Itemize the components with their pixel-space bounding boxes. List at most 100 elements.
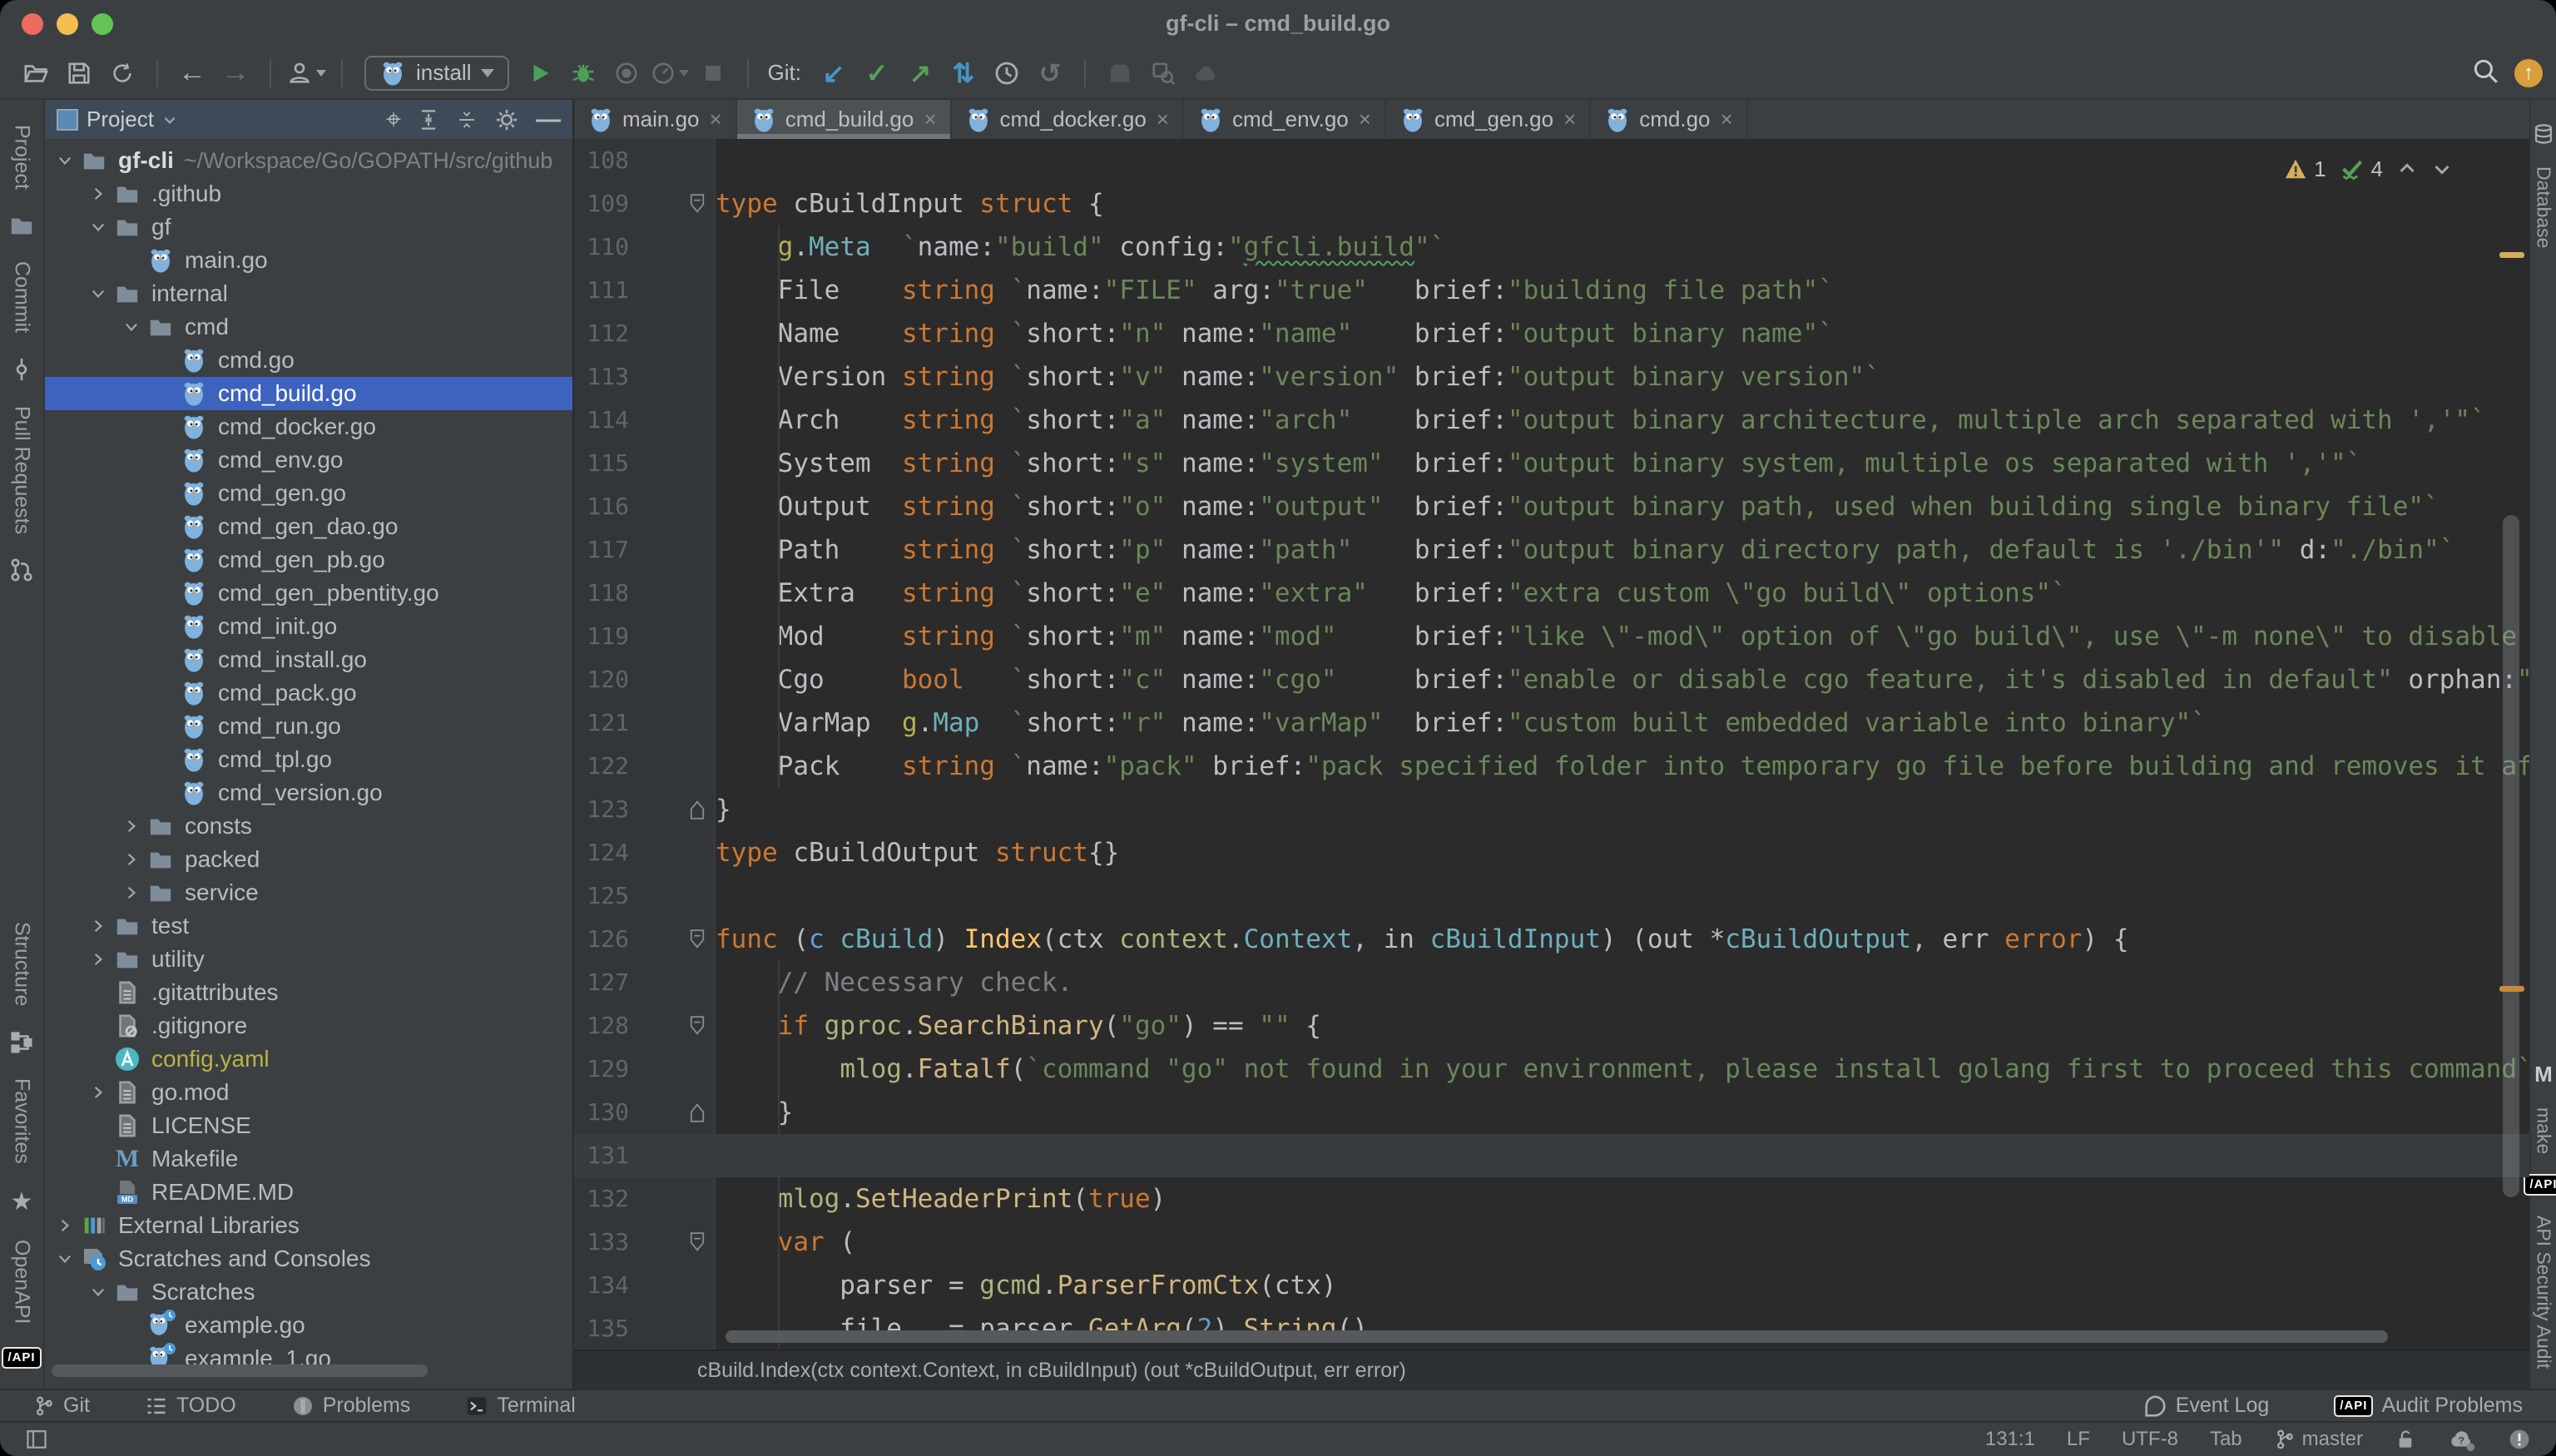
code-line-108[interactable]: 108 <box>574 139 2529 182</box>
code-line-114[interactable]: 114 Arch string `short:"a" name:"arch" b… <box>574 399 2529 442</box>
coverage-button[interactable] <box>607 54 646 92</box>
tree-row-readme.md[interactable]: MDREADME.MD <box>45 1176 572 1209</box>
close-icon[interactable]: × <box>924 106 936 132</box>
status-lf[interactable]: LF <box>2067 1428 2090 1451</box>
fold-marker-icon[interactable] <box>629 182 716 225</box>
tool-window-button-favorites[interactable]: Favorites★ <box>10 1065 34 1226</box>
breadcrumb[interactable]: cBuild.Index(ctx context.Context, in cBu… <box>574 1350 2529 1390</box>
close-icon[interactable]: × <box>710 106 722 132</box>
fold-marker-icon[interactable] <box>629 1221 716 1264</box>
code-line-110[interactable]: 110 g.Meta `name:"build" config:"gfcli.b… <box>574 225 2529 269</box>
code-line-113[interactable]: 113 Version string `short:"v" name:"vers… <box>574 355 2529 399</box>
status-master[interactable]: master <box>2274 1428 2363 1451</box>
tool-window-button-api-box[interactable]: /API <box>2 1337 41 1379</box>
tree-row-cmd-version.go[interactable]: cmd_version.go <box>45 776 572 810</box>
chevron-right-icon[interactable] <box>83 1083 113 1102</box>
shelf-button[interactable] <box>1101 54 1139 92</box>
tree-row-external-libraries[interactable]: External Libraries <box>45 1209 572 1242</box>
close-icon[interactable]: × <box>1359 106 1371 132</box>
status-cloud-question[interactable]: ? <box>2448 1427 2476 1452</box>
next-issue-button[interactable] <box>2431 159 2453 179</box>
expand-all-button[interactable] <box>418 108 439 131</box>
code-line-128[interactable]: 128 if gproc.SearchBinary("go") == "" { <box>574 1004 2529 1047</box>
tree-row-gf-cli[interactable]: gf-cli~/Workspace/Go/GOPATH/src/github <box>45 144 572 177</box>
chevron-down-icon[interactable] <box>50 1250 80 1268</box>
code-line-109[interactable]: 109type cBuildInput struct { <box>574 182 2529 225</box>
chevron-right-icon[interactable] <box>83 917 113 935</box>
tree-row-cmd-docker.go[interactable]: cmd_docker.go <box>45 410 572 443</box>
tree-row-cmd-env.go[interactable]: cmd_env.go <box>45 443 572 477</box>
tab-main-go[interactable]: main.go× <box>574 100 737 139</box>
tree-row-cmd-tpl.go[interactable]: cmd_tpl.go <box>45 743 572 776</box>
git-rollback-button[interactable]: ↺ <box>1031 54 1069 92</box>
tool-window-button-structure[interactable]: Structure <box>9 909 34 1064</box>
code-line-125[interactable]: 125 <box>574 874 2529 918</box>
code-line-129[interactable]: 129 mlog.Fatalf(`command "go" not found … <box>574 1047 2529 1091</box>
close-icon[interactable]: × <box>1563 106 1576 132</box>
fold-marker-icon[interactable] <box>629 1091 716 1134</box>
code-line-127[interactable]: 127 // Necessary check. <box>574 961 2529 1004</box>
tree-row-cmd-install.go[interactable]: cmd_install.go <box>45 643 572 676</box>
tree-row-cmd-gen.go[interactable]: cmd_gen.go <box>45 477 572 510</box>
tool-window-button-problems[interactable]: Problems <box>291 1394 411 1418</box>
tree-row-consts[interactable]: consts <box>45 810 572 843</box>
status-lock[interactable] <box>2395 1428 2416 1451</box>
status-tab[interactable]: Tab <box>2210 1428 2242 1451</box>
tree-row-cmd-build.go[interactable]: cmd_build.go <box>45 377 572 410</box>
code-line-133[interactable]: 133 var ( <box>574 1221 2529 1264</box>
tab-cmd_gen-go[interactable]: cmd_gen.go× <box>1386 100 1591 139</box>
tab-cmd-go[interactable]: cmd.go× <box>1591 100 1747 139</box>
tool-window-button-terminal[interactable]: Terminal <box>465 1394 575 1418</box>
profiler-button[interactable] <box>651 54 689 92</box>
update-orange-button[interactable]: ↑ <box>2514 59 2543 87</box>
tool-window-button-pull-requests[interactable]: Pull Requests <box>9 393 34 592</box>
code-line-117[interactable]: 117 Path string `short:"p" name:"path" b… <box>574 528 2529 572</box>
cloud-button[interactable] <box>1187 54 1226 92</box>
chevron-right-icon[interactable] <box>50 1216 80 1235</box>
tool-window-button-todo[interactable]: TODO <box>145 1394 236 1418</box>
search-button[interactable] <box>2471 57 2499 89</box>
tab-cmd_env-go[interactable]: cmd_env.go× <box>1184 100 1386 139</box>
code-line-134[interactable]: 134 parser = gcmd.ParserFromCtx(ctx) <box>574 1264 2529 1307</box>
chevron-right-icon[interactable] <box>116 817 146 835</box>
chevron-down-icon[interactable] <box>83 1283 113 1301</box>
close-icon[interactable]: × <box>1157 106 1169 132</box>
tree-row-cmd-pack.go[interactable]: cmd_pack.go <box>45 676 572 710</box>
tree-row-.gitattributes[interactable]: .gitattributes <box>45 976 572 1009</box>
tree-row-test[interactable]: test <box>45 909 572 943</box>
tree-row-utility[interactable]: utility <box>45 943 572 976</box>
tool-window-button-commit[interactable]: Commit <box>9 248 34 393</box>
code-line-135[interactable]: 135 file = parser.GetArg(2).String() <box>574 1307 2529 1350</box>
locate-button[interactable]: ⌖ <box>386 104 401 136</box>
chevron-right-icon[interactable] <box>116 850 146 869</box>
minimize-window-button[interactable] <box>57 13 78 35</box>
gear-button[interactable] <box>494 107 519 132</box>
code-line-131[interactable]: 131 <box>574 1134 2529 1177</box>
tree-row-scratches[interactable]: Scratches <box>45 1275 572 1309</box>
git-merge-button[interactable]: ⇅ <box>944 54 983 92</box>
code-line-116[interactable]: 116 Output string `short:"o" name:"outpu… <box>574 485 2529 528</box>
tree-row-cmd-run.go[interactable]: cmd_run.go <box>45 710 572 743</box>
open-button[interactable] <box>17 54 55 92</box>
find-db-button[interactable] <box>1144 54 1182 92</box>
tree-row-packed[interactable]: packed <box>45 843 572 876</box>
chevron-down-icon[interactable] <box>83 218 113 236</box>
code-line-124[interactable]: 124type cBuildOutput struct{} <box>574 831 2529 874</box>
error-stripe-warning-mark[interactable] <box>2499 252 2524 258</box>
tree-row-cmd-gen-pb.go[interactable]: cmd_gen_pb.go <box>45 543 572 577</box>
fold-marker-icon[interactable] <box>629 1004 716 1047</box>
passed-count[interactable]: 4 <box>2340 147 2383 191</box>
tree-row-cmd[interactable]: cmd <box>45 310 572 344</box>
error-stripe-caret-mark[interactable] <box>2499 986 2524 992</box>
code-line-119[interactable]: 119 Mod string `short:"m" name:"mod" bri… <box>574 615 2529 658</box>
code-line-123[interactable]: 123} <box>574 788 2529 831</box>
warnings-count[interactable]: 1 <box>2284 147 2326 191</box>
tree-row-internal[interactable]: internal <box>45 277 572 310</box>
code-line-112[interactable]: 112 Name string `short:"n" name:"name" b… <box>574 312 2529 355</box>
tab-cmd_build-go[interactable]: cmd_build.go× <box>737 100 952 139</box>
editor-hscrollbar[interactable] <box>726 1330 2388 1343</box>
tool-window-button-openapi[interactable]: OpenAPI <box>10 1226 34 1337</box>
tree-row-cmd-gen-pbentity.go[interactable]: cmd_gen_pbentity.go <box>45 577 572 610</box>
git-commit-button[interactable]: ✓ <box>858 54 896 92</box>
tree-row-main.go[interactable]: main.go <box>45 244 572 277</box>
